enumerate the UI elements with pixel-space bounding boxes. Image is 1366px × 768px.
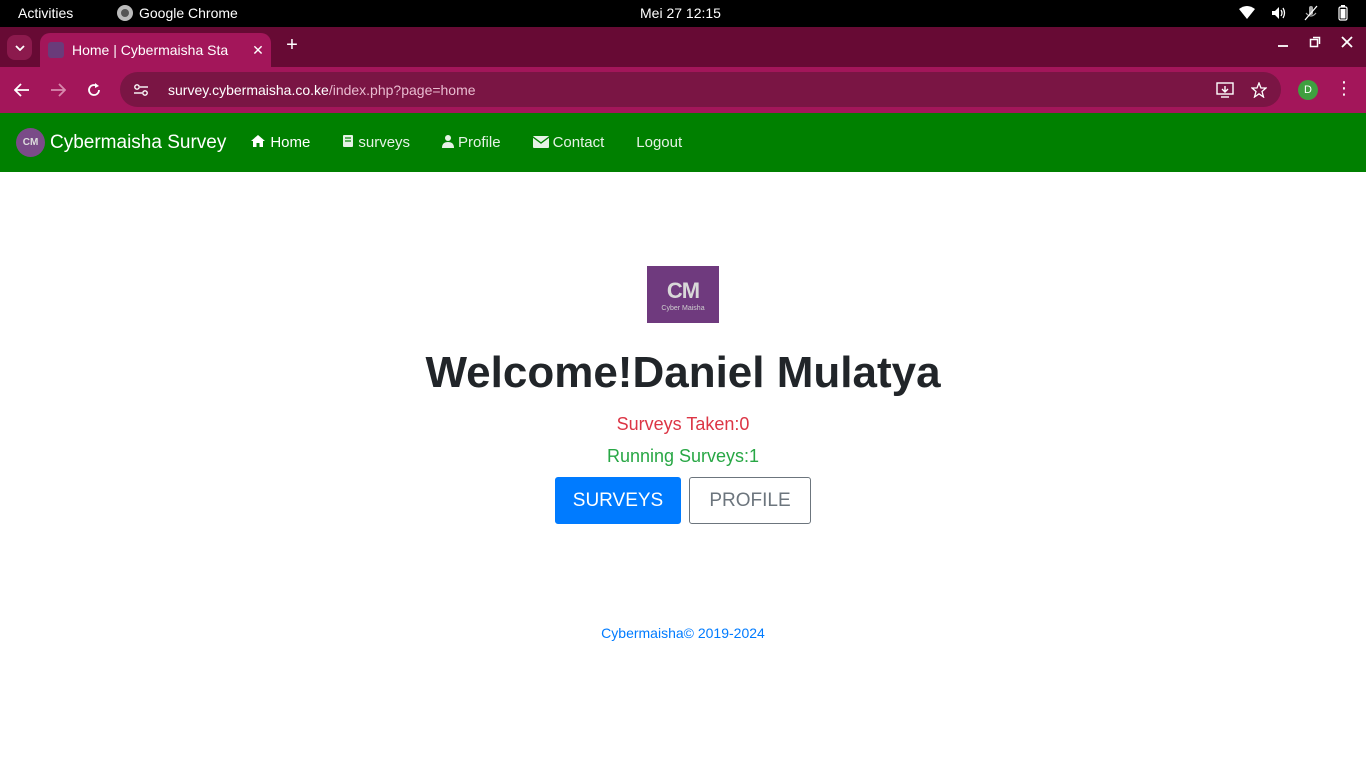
new-tab-button[interactable]: + xyxy=(281,34,303,56)
nav-link-label: Home xyxy=(270,134,311,151)
app-menu[interactable]: Google Chrome xyxy=(117,5,238,21)
nav-link-home[interactable]: Home xyxy=(234,134,326,151)
profile-avatar[interactable]: D xyxy=(1298,80,1318,100)
battery-icon xyxy=(1334,4,1352,22)
system-tray[interactable] xyxy=(1238,4,1352,22)
site-info-icon[interactable] xyxy=(132,81,150,99)
wifi-icon xyxy=(1238,4,1256,22)
system-top-bar: Activities Google Chrome Mei 27 12:15 xyxy=(0,0,1366,27)
close-window-icon[interactable] xyxy=(1338,33,1356,51)
nav-link-label: Profile xyxy=(458,134,501,151)
user-icon xyxy=(442,134,455,151)
install-app-icon[interactable] xyxy=(1215,80,1235,100)
logo-subtext: Cyber Maisha xyxy=(661,304,705,312)
nav-link-label: Contact xyxy=(552,134,605,151)
site-navbar: CM Cybermaisha Survey Home surveys Profi… xyxy=(0,113,1366,172)
address-bar[interactable]: survey.cybermaisha.co.ke/index.php?page=… xyxy=(120,72,1281,107)
brand-name: Cybermaisha Survey xyxy=(50,131,227,153)
nav-link-label: Logout xyxy=(636,134,683,151)
browser-tab-active[interactable]: Home | Cybermaisha Sta ✕ xyxy=(40,33,271,67)
cybermaisha-logo: CM Cyber Maisha xyxy=(647,266,719,323)
nav-link-label: surveys xyxy=(358,134,411,151)
browser-tab-strip: Home | Cybermaisha Sta ✕ + xyxy=(0,27,1366,67)
nav-links: Home surveys Profile Contact Logout xyxy=(234,134,698,151)
welcome-heading: Welcome!Daniel Mulatya xyxy=(425,348,941,397)
tab-title: Home | Cybermaisha Sta xyxy=(72,42,229,58)
volume-icon xyxy=(1270,4,1288,22)
window-controls xyxy=(1274,33,1356,51)
logo-text: CM xyxy=(666,277,700,303)
tab-close-icon[interactable]: ✕ xyxy=(245,42,271,59)
microphone-muted-icon xyxy=(1302,4,1320,22)
minimize-icon[interactable] xyxy=(1274,33,1292,51)
url-host: survey.cybermaisha.co.ke xyxy=(168,81,329,98)
url-text: survey.cybermaisha.co.ke/index.php?page=… xyxy=(168,82,476,98)
forward-button[interactable] xyxy=(46,78,70,102)
book-icon xyxy=(342,134,354,151)
chevron-down-icon xyxy=(14,44,25,51)
back-button[interactable] xyxy=(10,78,34,102)
activities-button[interactable]: Activities xyxy=(18,5,73,21)
clock[interactable]: Mei 27 12:15 xyxy=(640,5,721,21)
brand-link[interactable]: CM Cybermaisha Survey xyxy=(16,128,226,157)
site-favicon xyxy=(48,42,64,58)
reload-icon xyxy=(88,83,100,96)
running-surveys-text: Running Surveys:1 xyxy=(606,446,760,466)
arrow-left-icon xyxy=(14,83,29,97)
tab-search-button[interactable] xyxy=(7,35,32,60)
nav-link-logout[interactable]: Logout xyxy=(620,134,698,151)
chrome-icon xyxy=(117,5,133,21)
profile-button[interactable]: PROFILE xyxy=(689,477,811,524)
surveys-taken-text: Surveys Taken:0 xyxy=(616,414,750,434)
bookmark-star-icon[interactable] xyxy=(1249,80,1269,100)
envelope-icon xyxy=(532,135,549,151)
surveys-button[interactable]: SURVEYS xyxy=(555,477,681,524)
browser-toolbar: survey.cybermaisha.co.ke/index.php?page=… xyxy=(0,67,1366,113)
url-path: /index.php?page=home xyxy=(328,81,476,98)
address-bar-actions xyxy=(1215,80,1269,100)
nav-link-profile[interactable]: Profile xyxy=(426,134,517,151)
home-icon xyxy=(250,134,266,151)
browser-menu-icon[interactable]: ⋮ xyxy=(1334,78,1354,102)
arrow-right-icon xyxy=(51,83,66,97)
nav-link-contact[interactable]: Contact xyxy=(517,134,621,151)
brand-logo: CM xyxy=(16,128,45,157)
footer-copyright: Cybermaisha© 2019-2024 xyxy=(601,625,765,641)
app-name-label: Google Chrome xyxy=(139,5,238,21)
restore-icon[interactable] xyxy=(1306,33,1324,51)
reload-button[interactable] xyxy=(82,78,106,102)
nav-link-surveys[interactable]: surveys xyxy=(326,134,426,151)
